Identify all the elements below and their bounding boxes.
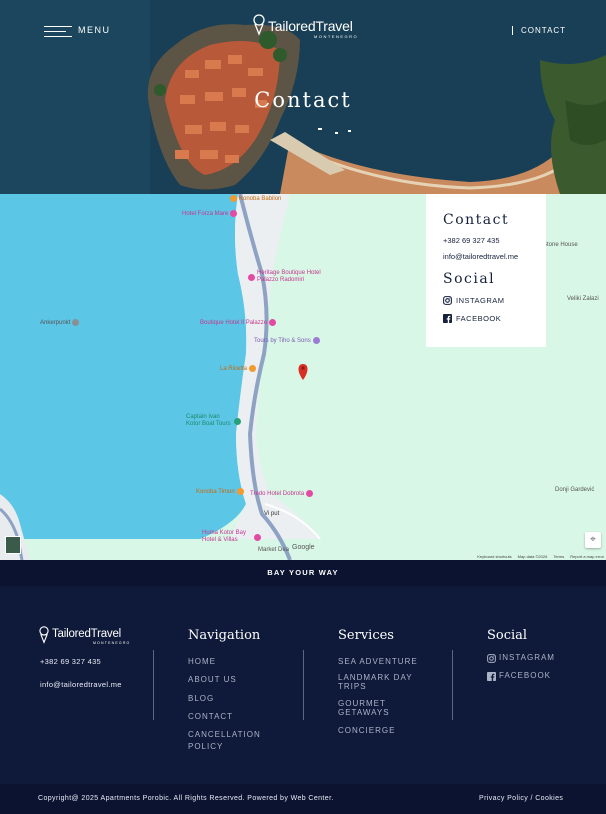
- bottom-bar: Copyright@ 2025 Apartments Porobic. All …: [0, 784, 606, 814]
- map-poi[interactable]: Market Dea: [258, 547, 289, 553]
- keyboard-shortcuts-link[interactable]: Keyboard shortcuts: [477, 554, 511, 559]
- logo-text: TailoredTravel: [268, 18, 353, 34]
- logo-subtext: MONTENEGRO: [314, 34, 359, 39]
- footer-instagram-link[interactable]: INSTAGRAM: [487, 652, 555, 664]
- footer-nav-contact[interactable]: CONTACT: [188, 711, 233, 723]
- map-poi[interactable]: Hotel Forza Mare: [182, 210, 238, 217]
- menu-label[interactable]: MENU: [78, 25, 111, 35]
- terms-link[interactable]: Terms: [553, 554, 564, 559]
- map-poi[interactable]: Veliki Zalazi: [567, 296, 599, 302]
- logo[interactable]: TailoredTravel MONTENEGRO: [252, 14, 362, 44]
- footer-service-gourmet[interactable]: GOURMET GETAWAYS: [338, 699, 408, 717]
- instagram-icon: [443, 296, 452, 305]
- footer-service-landmark[interactable]: LANDMARK DAY TRIPS: [338, 673, 413, 691]
- footer-nav-about[interactable]: ABOUT US: [188, 674, 237, 686]
- social-heading: Social: [443, 271, 496, 287]
- footer-email[interactable]: info@tailoredtravel.me: [40, 680, 122, 689]
- footer-nav-home[interactable]: HOME: [188, 656, 216, 668]
- divider: [153, 650, 154, 720]
- social-heading-footer: Social: [487, 628, 528, 643]
- instagram-icon: [487, 653, 496, 663]
- map-data-text: Map data ©2026: [517, 554, 548, 559]
- map-poi[interactable]: Boutique Hotel Il Palazzo: [200, 319, 277, 326]
- map-road-label: Vi put: [264, 511, 280, 517]
- footer: TailoredTravel MONTENEGRO +382 69 327 43…: [0, 586, 606, 784]
- map-poi[interactable]: Heritage Boutique Hotel Palazzo Radomiri: [248, 270, 337, 284]
- divider: [303, 650, 304, 720]
- footer-logo-subtext: MONTENEGRO: [93, 641, 131, 645]
- footer-nav-blog[interactable]: BLOG: [188, 693, 214, 705]
- facebook-link[interactable]: FACEBOOK: [443, 314, 546, 323]
- instagram-link[interactable]: INSTAGRAM: [443, 296, 546, 305]
- report-error-link[interactable]: Report a map error: [570, 554, 604, 559]
- contact-info-card: Contact +382 69 327 435 info@tailoredtra…: [426, 194, 546, 347]
- footer-service-sea[interactable]: SEA ADVENTURE: [338, 656, 418, 668]
- page-title: Contact: [254, 88, 352, 112]
- footer-nav-cancellation[interactable]: CANCELLATION POLICY: [188, 729, 268, 753]
- facebook-icon: [487, 671, 496, 681]
- facebook-icon: [443, 314, 452, 323]
- nav-contact-link[interactable]: CONTACT: [512, 26, 566, 35]
- contact-heading: Contact: [443, 212, 510, 228]
- map-poi[interactable]: Donji Gardević: [555, 487, 594, 493]
- navigation-heading: Navigation: [188, 628, 261, 643]
- google-logo: Google: [292, 544, 315, 551]
- footer-logo-text: TailoredTravel: [52, 628, 121, 640]
- map-poi[interactable]: Stone House: [543, 242, 578, 248]
- footer-phone[interactable]: +382 69 327 435: [40, 657, 101, 666]
- map-poi[interactable]: Ankerpunkt: [40, 319, 80, 326]
- location-pin-logo-icon: [253, 14, 265, 36]
- map-poi[interactable]: Tredo Hotel Dobrota: [250, 490, 314, 497]
- footer-logo[interactable]: TailoredTravel MONTENEGRO: [38, 626, 138, 646]
- copyright-text: Copyright@ 2025 Apartments Porobic. All …: [38, 795, 334, 802]
- menu-icon[interactable]: [44, 26, 72, 37]
- services-heading: Services: [338, 628, 394, 643]
- map-poi[interactable]: Konoba Babilon: [230, 195, 281, 202]
- contact-phone[interactable]: +382 69 327 435: [443, 236, 546, 245]
- contact-email[interactable]: info@tailoredtravel.me: [443, 252, 546, 261]
- map-poi[interactable]: La Ricetta: [220, 365, 257, 372]
- map-poi[interactable]: Konoba Timun: [196, 488, 244, 495]
- hero-banner: MENU TailoredTravel MONTENEGRO CONTACT C…: [0, 0, 606, 194]
- privacy-policy-link[interactable]: Privacy Policy / Cookies: [479, 795, 563, 802]
- footer-facebook-link[interactable]: FACEBOOK: [487, 670, 551, 682]
- tagline-strip: BAY YOUR WAY: [0, 560, 606, 586]
- map-poi[interactable]: Huma Kotor Bay Hotel & Villas: [202, 530, 261, 544]
- map-poi[interactable]: Tours by Tiho & Sons: [254, 337, 320, 344]
- location-pin-logo-icon: [39, 626, 49, 644]
- divider: [452, 650, 453, 720]
- street-view-icon[interactable]: [5, 536, 21, 554]
- map-poi[interactable]: Captain Ivan Kotor Boat Tours: [186, 414, 241, 428]
- map-attribution: Keyboard shortcuts Map data ©2026 Terms …: [477, 554, 604, 559]
- map-fullscreen-icon[interactable]: ⌖: [585, 532, 601, 548]
- footer-service-concierge[interactable]: CONCIERGE: [338, 725, 395, 737]
